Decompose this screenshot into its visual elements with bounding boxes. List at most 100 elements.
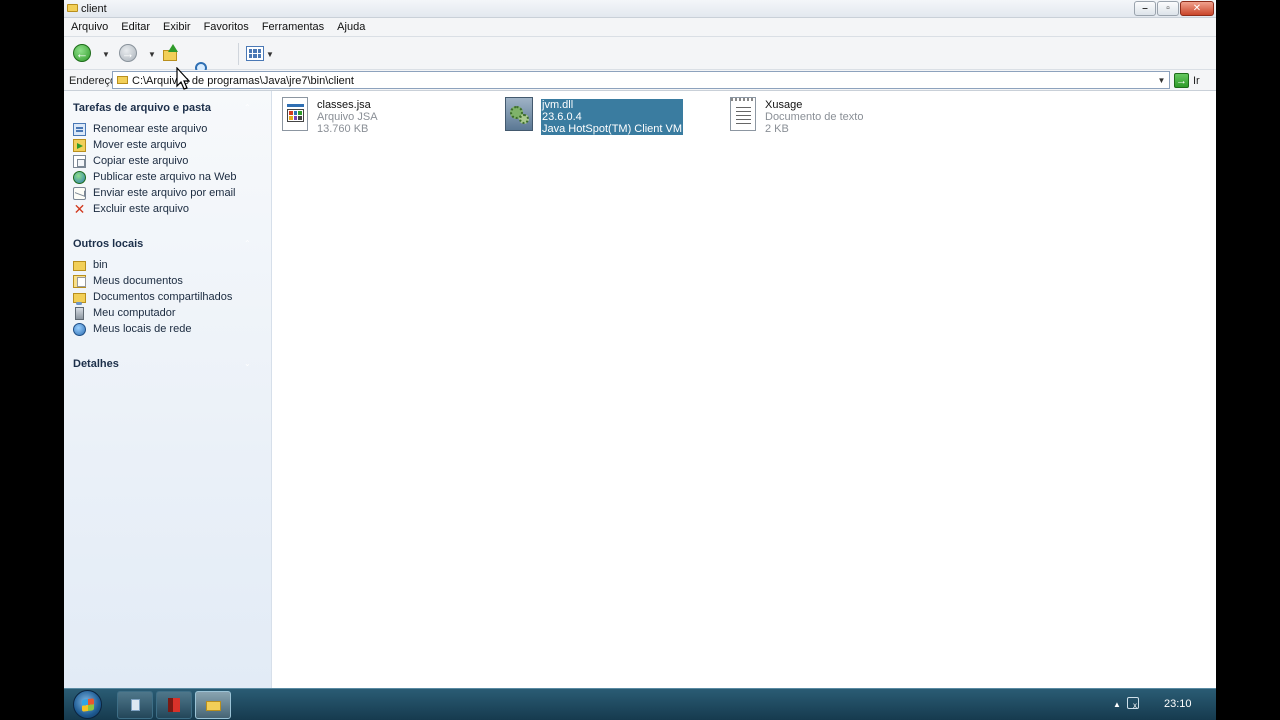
address-path[interactable]: C:\Arquivos de programas\Java\jre7\bin\c… — [132, 75, 354, 87]
place-my-documents[interactable]: Meus documentos — [73, 274, 183, 288]
file-type: Arquivo JSA — [317, 111, 378, 123]
task-label: Copiar este arquivo — [93, 155, 189, 167]
go-button[interactable]: → Ir — [1174, 72, 1200, 89]
start-button[interactable] — [73, 690, 102, 719]
file-version: 23.6.0.4 — [542, 111, 582, 123]
move-icon — [73, 138, 86, 152]
maximize-icon: ▫ — [1166, 3, 1170, 14]
folder-icon — [206, 701, 221, 711]
file-item-classes-jsa[interactable]: classes.jsa Arquivo JSA 13.760 KB — [279, 95, 429, 135]
file-text: Xusage Documento de texto 2 KB — [765, 99, 863, 135]
task-label: Publicar este arquivo na Web — [93, 171, 237, 183]
task-pane: Tarefas de arquivo e pasta ⌃ Renomear es… — [64, 91, 272, 688]
delete-icon: ✕ — [73, 200, 86, 217]
views-icon[interactable] — [246, 46, 264, 61]
network-status-icon[interactable] — [1127, 697, 1139, 710]
dll-file-icon — [503, 97, 535, 133]
task-copy[interactable]: Copiar este arquivo — [73, 154, 188, 168]
explorer-window: client – ▫ ✕ Arquivo Editar Exibir Favor… — [64, 0, 1216, 720]
tray-expand-icon[interactable]: ▲ — [1113, 700, 1121, 709]
address-input[interactable]: C:\Arquivos de programas\Java\jre7\bin\c… — [112, 71, 1170, 89]
address-dropdown-icon[interactable]: ▼ — [1154, 72, 1169, 88]
toolbar: ← ▼ → ▼ ▼ — [64, 37, 1216, 96]
task-rename[interactable]: Renomear este arquivo — [73, 122, 207, 136]
close-button[interactable]: ✕ — [1180, 1, 1214, 16]
section-title-details[interactable]: Detalhes — [73, 358, 119, 370]
file-type: Documento de texto — [765, 111, 864, 123]
file-text: jvm.dll 23.6.0.4 Java HotSpot(TM) Client… — [541, 99, 683, 135]
place-label: Meus documentos — [93, 275, 183, 287]
place-network[interactable]: Meus locais de rede — [73, 322, 191, 336]
menu-exibir[interactable]: Exibir — [156, 18, 197, 36]
my-documents-icon — [73, 274, 86, 288]
place-label: Meu computador — [93, 307, 176, 319]
maximize-button[interactable]: ▫ — [1157, 1, 1179, 16]
menu-ajuda[interactable]: Ajuda — [330, 18, 371, 36]
place-label: Documentos compartilhados — [93, 291, 233, 303]
minimize-icon: – — [1142, 3, 1148, 14]
taskbar-app-explorer[interactable] — [195, 691, 231, 719]
section-title-tasks[interactable]: Tarefas de arquivo e pasta — [73, 102, 211, 114]
task-label: Renomear este arquivo — [93, 123, 208, 135]
file-size: 2 KB — [765, 123, 789, 135]
back-dropdown-icon[interactable]: ▼ — [102, 50, 110, 59]
jsa-file-icon — [279, 97, 311, 133]
collapse-chevron-icon[interactable]: ⌃ — [244, 239, 251, 248]
expand-chevron-icon[interactable]: ⌄ — [244, 359, 251, 368]
window-controls: – ▫ ✕ — [1134, 1, 1214, 16]
up-folder-icon[interactable] — [162, 44, 178, 62]
file-name: jvm.dll — [542, 99, 574, 111]
place-shared-documents[interactable]: Documentos compartilhados — [73, 290, 233, 305]
collapse-chevron-icon[interactable]: ⌃ — [244, 103, 251, 112]
copy-icon — [73, 154, 86, 168]
task-label: Mover este arquivo — [93, 139, 187, 151]
web-publish-icon — [73, 170, 86, 184]
close-icon: ✕ — [1192, 3, 1202, 14]
file-name: Xusage — [765, 99, 803, 111]
clock[interactable]: 23:10 — [1164, 698, 1192, 710]
file-name: classes.jsa — [317, 99, 371, 111]
file-list: classes.jsa Arquivo JSA 13.760 KB jvm.dl… — [272, 91, 1216, 688]
task-label: Enviar este arquivo por email — [93, 187, 236, 199]
menu-arquivo[interactable]: Arquivo — [64, 18, 114, 36]
forward-button[interactable]: → — [119, 44, 137, 62]
menu-editar[interactable]: Editar — [114, 18, 156, 36]
window-title: client — [81, 3, 107, 15]
file-text: classes.jsa Arquivo JSA 13.760 KB — [317, 99, 378, 135]
menu-ferramentas[interactable]: Ferramentas — [255, 18, 330, 36]
folder-icon — [67, 4, 78, 12]
place-my-computer[interactable]: Meu computador — [73, 306, 176, 320]
mouse-cursor-icon — [176, 67, 190, 90]
folder-icon — [117, 76, 128, 84]
media-app-icon — [168, 698, 180, 712]
views-dropdown-icon[interactable]: ▼ — [266, 50, 274, 59]
address-bar: Endereço C:\Arquivos de programas\Java\j… — [64, 70, 1216, 91]
file-description: Java HotSpot(TM) Client VM — [542, 123, 682, 135]
task-move[interactable]: Mover este arquivo — [73, 138, 187, 152]
forward-dropdown-icon[interactable]: ▼ — [148, 50, 156, 59]
taskbar: ▲ 23:10 — [64, 688, 1216, 720]
rename-icon — [73, 122, 86, 136]
text-file-icon — [727, 97, 759, 133]
task-delete[interactable]: ✕ Excluir este arquivo — [73, 202, 189, 216]
place-label: Meus locais de rede — [93, 323, 192, 335]
shared-folder-icon — [73, 293, 86, 305]
minimize-button[interactable]: – — [1134, 1, 1156, 16]
menu-bar: Arquivo Editar Exibir Favoritos Ferramen… — [64, 18, 1216, 37]
file-item-jvm-dll[interactable]: jvm.dll 23.6.0.4 Java HotSpot(TM) Client… — [503, 95, 683, 135]
address-label: Endereço — [69, 75, 117, 87]
task-email[interactable]: Enviar este arquivo por email — [73, 186, 235, 200]
title-bar[interactable]: client – ▫ ✕ — [64, 0, 1216, 18]
go-label: Ir — [1193, 74, 1200, 87]
file-size: 13.760 KB — [317, 123, 369, 135]
menu-favoritos[interactable]: Favoritos — [197, 18, 255, 36]
section-title-places[interactable]: Outros locais — [73, 238, 143, 250]
place-label: bin — [93, 259, 108, 271]
taskbar-app-media[interactable] — [156, 691, 192, 719]
file-item-xusage[interactable]: Xusage Documento de texto 2 KB — [727, 95, 887, 135]
task-publish-web[interactable]: Publicar este arquivo na Web — [73, 170, 237, 184]
back-button[interactable]: ← — [73, 44, 91, 62]
taskbar-app-document[interactable] — [117, 691, 153, 719]
toolbar-separator — [238, 43, 239, 65]
place-bin[interactable]: bin — [73, 258, 108, 272]
